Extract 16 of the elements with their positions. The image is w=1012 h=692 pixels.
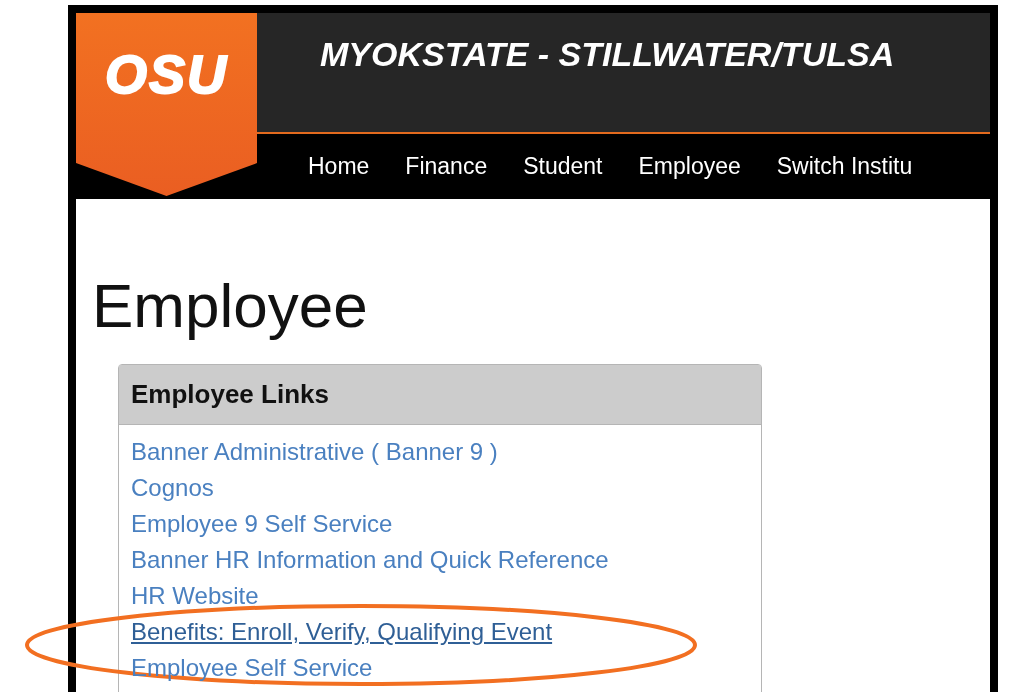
panel-link[interactable]: Cognos [131,470,214,506]
nav-link[interactable]: Home [308,153,370,180]
panel-title: Employee Links [131,379,329,410]
panel-link[interactable]: Banner Administrative ( Banner 9 ) [131,434,498,470]
nav-link[interactable]: Student [523,153,603,180]
nav-link[interactable]: Finance [405,153,488,180]
panel-link[interactable]: Employee Self Service [131,650,373,686]
panel-link[interactable]: HR Website [131,578,259,614]
panel-link[interactable]: Banner HR Information and Quick Reference [131,542,609,578]
panel-link[interactable]: Benefits: Enroll, Verify, Qualifying Event [131,614,553,650]
nav-link[interactable]: Employee [638,153,741,180]
panel-link[interactable]: Employee 9 Self Service [131,506,393,542]
page-heading: Employee [92,270,369,342]
site-title: MYOKSTATE - STILLWATER/TULSA [320,35,895,73]
nav-link[interactable]: Switch Institu [776,153,913,180]
logo-wordmark: OSU [105,49,228,99]
